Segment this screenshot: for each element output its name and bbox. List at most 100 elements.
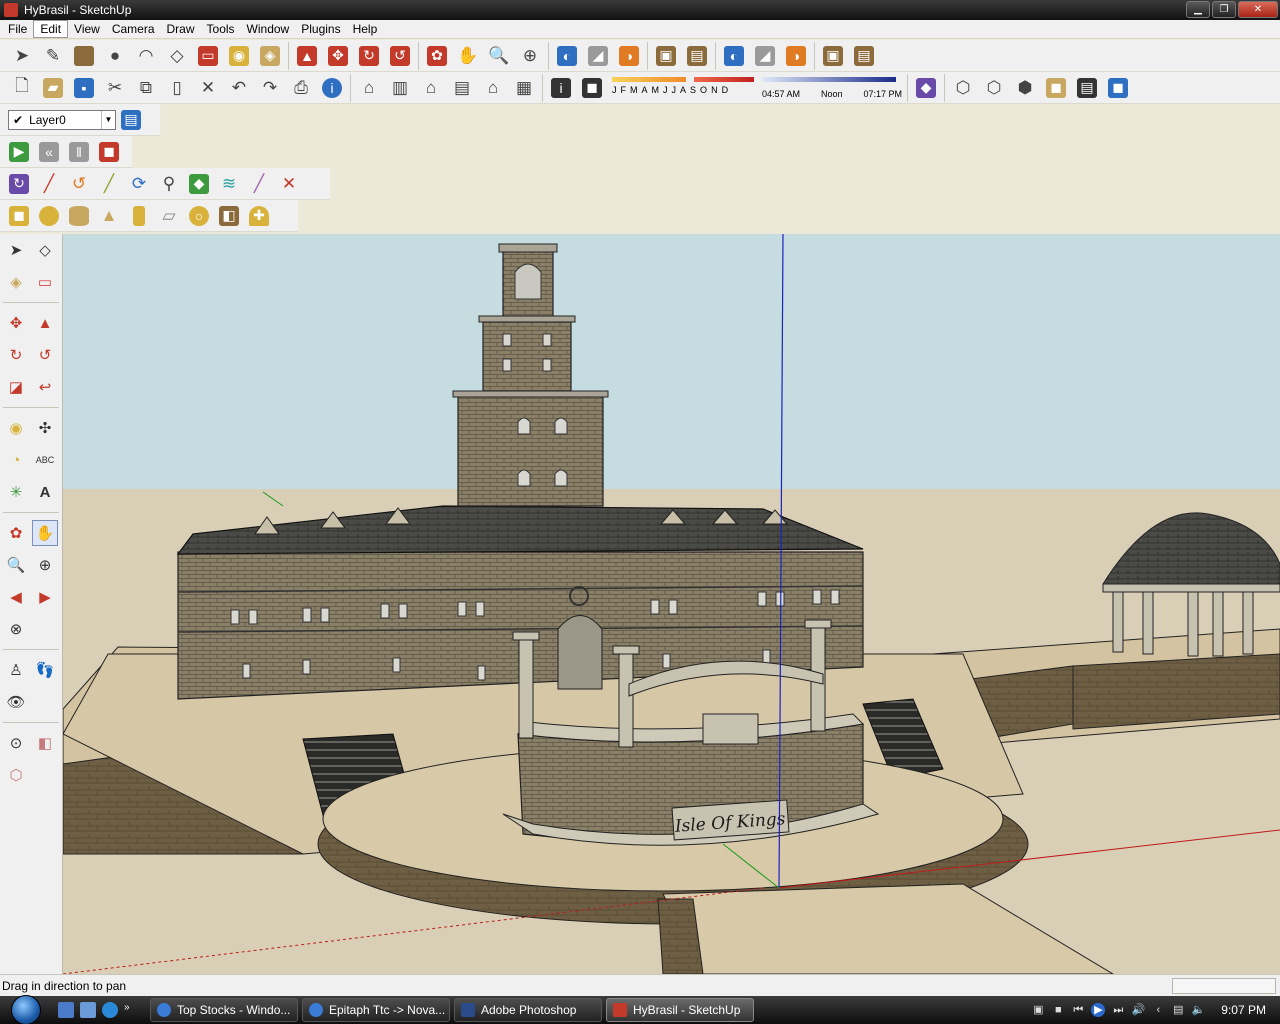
- time-slider[interactable]: [762, 76, 896, 82]
- push-pull-icon[interactable]: ▲: [292, 42, 322, 70]
- menu-tools[interactable]: Tools: [201, 21, 241, 37]
- shaded-icon[interactable]: ◼: [1041, 74, 1071, 102]
- xray-icon[interactable]: ⬡: [948, 74, 978, 102]
- next-view-left-icon[interactable]: ▶: [32, 584, 58, 610]
- taskbar-item-epitaph[interactable]: Epitaph Ttc -> Nova...: [302, 998, 450, 1022]
- show-desktop-icon[interactable]: [58, 1002, 74, 1018]
- share-model-2-icon[interactable]: ▤: [849, 42, 879, 70]
- orbit-tool-icon[interactable]: ✿: [422, 42, 452, 70]
- position-camera-left-icon[interactable]: ♙: [3, 657, 29, 683]
- redo-icon[interactable]: ↷: [255, 74, 285, 102]
- previous-scene-icon[interactable]: «: [34, 138, 64, 166]
- zoom-extents-left-icon[interactable]: ⊗: [3, 616, 29, 642]
- month-slider-1[interactable]: [612, 76, 686, 82]
- 3d-text-left-icon[interactable]: A: [32, 479, 58, 505]
- orbit-left-icon[interactable]: ✿: [3, 520, 29, 546]
- paste-icon[interactable]: ▯: [162, 74, 192, 102]
- back-view-icon[interactable]: ⌂: [478, 74, 508, 102]
- model-info-icon[interactable]: i: [317, 74, 347, 102]
- dimension-left-icon[interactable]: ✣: [32, 415, 58, 441]
- cut-icon[interactable]: ✂: [100, 74, 130, 102]
- get-models-icon[interactable]: ▣: [651, 42, 681, 70]
- month-slider-2[interactable]: [694, 76, 754, 82]
- section-cut-left-icon[interactable]: ⬡: [3, 762, 29, 788]
- start-button[interactable]: [0, 995, 52, 1024]
- next-track-icon[interactable]: ⏭: [1111, 1003, 1125, 1017]
- sketchup-app-icon[interactable]: [4, 3, 18, 17]
- arc-tool-icon[interactable]: ◠: [131, 42, 161, 70]
- copy-icon[interactable]: ⧉: [131, 74, 161, 102]
- left-view-icon[interactable]: ▦: [509, 74, 539, 102]
- play-scene-icon[interactable]: ▶: [4, 138, 34, 166]
- network-icon[interactable]: ▤: [1171, 1003, 1185, 1017]
- hidden-line-icon[interactable]: ⬢: [1010, 74, 1040, 102]
- erase-icon[interactable]: ✕: [193, 74, 223, 102]
- get-location-icon[interactable]: ◐: [552, 42, 582, 70]
- rectangle-tool-icon[interactable]: [69, 42, 99, 70]
- pause-scene-icon[interactable]: ‖: [64, 138, 94, 166]
- new-file-icon[interactable]: 🗋: [7, 74, 37, 102]
- drape-icon[interactable]: ≋: [214, 170, 244, 198]
- place-model-2-icon[interactable]: ◑: [781, 42, 811, 70]
- menu-file[interactable]: File: [2, 21, 33, 37]
- taskbar-item-photoshop[interactable]: Adobe Photoshop: [454, 998, 602, 1022]
- display-shadows-icon[interactable]: ◼: [577, 74, 607, 102]
- tape-measure-icon[interactable]: ◉: [224, 42, 254, 70]
- component-left-icon[interactable]: ◇: [32, 237, 58, 263]
- close-button[interactable]: ✕: [1238, 1, 1278, 18]
- eraser-tool-icon[interactable]: ▭: [193, 42, 223, 70]
- front-view-icon[interactable]: ⌂: [416, 74, 446, 102]
- rotate-orange-icon[interactable]: ↺: [64, 170, 94, 198]
- previous-track-icon[interactable]: ⏮: [1071, 1003, 1085, 1017]
- eraser-left-icon[interactable]: ▭: [32, 269, 58, 295]
- helix-shape-icon[interactable]: ◧: [214, 202, 244, 230]
- layer-dropdown[interactable]: ✔ Layer0 ▼: [8, 109, 116, 130]
- move-tool-icon[interactable]: ✥: [323, 42, 353, 70]
- scale-left-icon[interactable]: ◪: [3, 374, 29, 400]
- section-plane-left-icon[interactable]: ⊙: [3, 730, 29, 756]
- walk-left-icon[interactable]: 👣: [32, 657, 58, 683]
- axes-left-icon[interactable]: ✳: [3, 479, 29, 505]
- menu-view[interactable]: View: [68, 21, 106, 37]
- media-player-icon[interactable]: ▣: [1031, 1003, 1045, 1017]
- look-around-left-icon[interactable]: 👁: [3, 689, 29, 715]
- pan-tool-icon[interactable]: ✋: [453, 42, 483, 70]
- volume-icon[interactable]: 🔊: [1131, 1003, 1145, 1017]
- paint-bucket-icon[interactable]: ◈: [255, 42, 285, 70]
- previous-view-left-icon[interactable]: ◀: [3, 584, 29, 610]
- loop-tool-icon[interactable]: ↻: [4, 170, 34, 198]
- chevron-down-icon[interactable]: ▼: [101, 110, 115, 129]
- undo-icon[interactable]: ↶: [224, 74, 254, 102]
- select-tool-left-icon[interactable]: ➤: [3, 237, 29, 263]
- menu-plugins[interactable]: Plugins: [295, 21, 346, 37]
- flip-edge-icon[interactable]: ✕: [274, 170, 304, 198]
- shadow-settings-icon[interactable]: i: [546, 74, 576, 102]
- tube-shape-icon[interactable]: [124, 202, 154, 230]
- shaded-textures-icon[interactable]: ▤: [1072, 74, 1102, 102]
- scene-manager-icon[interactable]: ◼: [94, 138, 124, 166]
- monochrome-icon[interactable]: ◼: [1103, 74, 1133, 102]
- rotate-tool-icon[interactable]: ↻: [354, 42, 384, 70]
- switch-windows-icon[interactable]: [80, 1002, 96, 1018]
- section-plane-icon[interactable]: ◆: [911, 74, 941, 102]
- plane-shape-icon[interactable]: ▱: [154, 202, 184, 230]
- open-file-icon[interactable]: ▰: [38, 74, 68, 102]
- zoom-tool-icon[interactable]: 🔍: [484, 42, 514, 70]
- text-label-left-icon[interactable]: ABC: [32, 447, 58, 473]
- right-view-icon[interactable]: ▤: [447, 74, 477, 102]
- refresh-blue-icon[interactable]: ⟳: [124, 170, 154, 198]
- rotate-left-icon[interactable]: ↻: [3, 342, 29, 368]
- dome-shape-icon[interactable]: ✚: [244, 202, 274, 230]
- taskbar-item-top-stocks[interactable]: Top Stocks - Windo...: [150, 998, 298, 1022]
- move-left-icon[interactable]: ✥: [3, 310, 29, 336]
- circle-tool-icon[interactable]: ●: [100, 42, 130, 70]
- play-icon[interactable]: ▶: [1091, 1003, 1106, 1017]
- top-view-icon[interactable]: ▥: [385, 74, 415, 102]
- iso-view-icon[interactable]: ⌂: [354, 74, 384, 102]
- taskbar-item-sketchup[interactable]: HyBrasil - SketchUp: [606, 998, 754, 1022]
- make-component-icon[interactable]: ◇: [162, 42, 192, 70]
- stop-icon[interactable]: ■: [1051, 1003, 1065, 1017]
- place-model-icon[interactable]: ◑: [614, 42, 644, 70]
- minimize-button[interactable]: ▁: [1186, 1, 1210, 18]
- save-file-icon[interactable]: ▪: [69, 74, 99, 102]
